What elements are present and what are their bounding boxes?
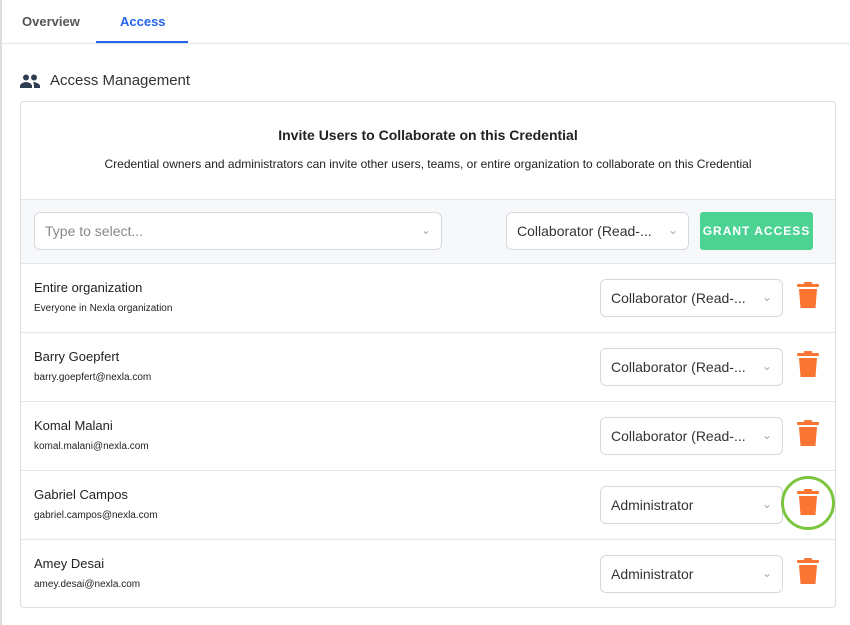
role-select-value: Collaborator (Read-... [517,223,652,239]
member-name: Barry Goepfert [34,349,120,364]
invite-title: Invite Users to Collaborate on this Cred… [278,127,578,143]
tab-overview[interactable]: Overview [22,14,80,29]
invite-header: Invite Users to Collaborate on this Cred… [21,102,835,199]
chevron-down-icon: ⌄ [761,428,772,442]
member-role-value: Collaborator (Read-... [611,359,746,375]
highlight-circle [781,476,835,530]
member-detail: amey.desai@nexla.com [34,579,141,590]
member-detail: komal.malani@nexla.com [34,441,149,452]
access-row: Komal Malani komal.malani@nexla.com Coll… [21,402,835,471]
member-role-value: Collaborator (Read-... [611,428,746,444]
access-row: Gabriel Campos gabriel.campos@nexla.com … [21,471,835,540]
member-role-value: Administrator [611,566,694,582]
tab-access[interactable]: Access [120,14,166,29]
invite-toolbar: Type to select... ⌄ Collaborator (Read-.… [21,199,835,264]
chevron-down-icon: ⌄ [761,290,772,304]
grant-access-button[interactable]: GRANT ACCESS [700,212,813,250]
trash-icon[interactable] [797,558,819,584]
member-name: Entire organization [34,280,143,295]
access-row: Entire organization Everyone in Nexla or… [21,264,835,333]
chevron-down-icon: ⌄ [761,497,772,511]
member-name: Komal Malani [34,418,113,433]
user-select-input[interactable]: Type to select... ⌄ [34,212,442,250]
access-card: Invite Users to Collaborate on this Cred… [20,101,836,608]
member-detail: barry.goepfert@nexla.com [34,372,152,383]
user-select-placeholder: Type to select... [45,223,144,239]
section-title: Access Management [20,72,190,89]
chevron-down-icon: ⌄ [761,359,772,373]
member-role-value: Collaborator (Read-... [611,290,746,306]
invite-description: Credential owners and administrators can… [104,157,752,171]
trash-icon[interactable] [797,351,819,377]
access-row: Amey Desai amey.desai@nexla.com Administ… [21,540,835,607]
trash-icon[interactable] [797,282,819,308]
member-name: Gabriel Campos [34,487,128,502]
active-tab-indicator [96,41,188,43]
member-role-select[interactable]: Administrator ⌄ [600,486,783,524]
chevron-down-icon: ⌄ [667,223,678,237]
member-role-select[interactable]: Collaborator (Read-... ⌄ [600,417,783,455]
section-title-text: Access Management [50,72,191,89]
chevron-down-icon: ⌄ [761,566,772,580]
role-select[interactable]: Collaborator (Read-... ⌄ [506,212,689,250]
access-row: Barry Goepfert barry.goepfert@nexla.com … [21,333,835,402]
member-detail: Everyone in Nexla organization [34,303,173,314]
member-detail: gabriel.campos@nexla.com [34,510,158,521]
chevron-down-icon: ⌄ [420,223,431,237]
tab-bar: Overview Access [2,0,850,44]
member-role-select[interactable]: Collaborator (Read-... ⌄ [600,279,783,317]
member-name: Amey Desai [34,556,105,571]
trash-icon[interactable] [797,420,819,446]
member-role-value: Administrator [611,497,694,513]
member-role-select[interactable]: Collaborator (Read-... ⌄ [600,348,783,386]
member-role-select[interactable]: Administrator ⌄ [600,555,783,593]
people-icon [20,74,40,88]
